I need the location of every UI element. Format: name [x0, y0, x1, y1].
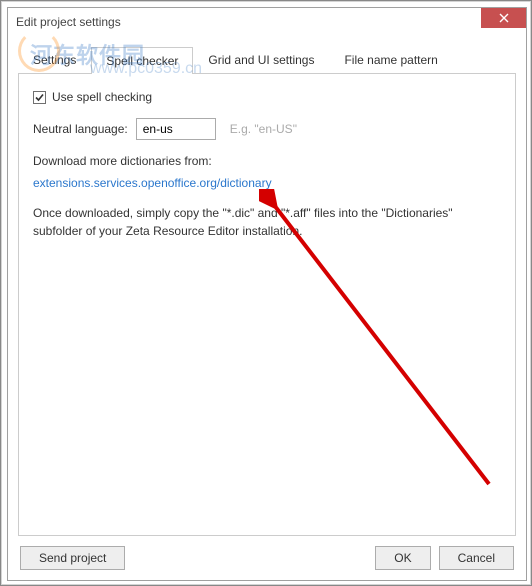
tab-spell-checker[interactable]: Spell checker [91, 47, 193, 74]
use-spell-checkbox[interactable] [33, 91, 46, 104]
cancel-button[interactable]: Cancel [439, 546, 514, 570]
close-button[interactable] [481, 8, 526, 28]
ok-button[interactable]: OK [375, 546, 430, 570]
use-spell-label: Use spell checking [52, 90, 152, 104]
tab-grid-ui[interactable]: Grid and UI settings [193, 46, 329, 73]
titlebar: Edit project settings [8, 8, 526, 36]
tab-content: Use spell checking Neutral language: E.g… [18, 74, 516, 536]
tab-file-name-pattern[interactable]: File name pattern [329, 46, 452, 73]
check-icon [34, 92, 45, 103]
tab-settings[interactable]: Settings [18, 46, 91, 73]
window-title: Edit project settings [16, 15, 121, 29]
neutral-language-hint: E.g. "en-US" [230, 122, 297, 136]
footer: Send project OK Cancel [8, 536, 526, 580]
close-icon [499, 13, 509, 23]
tabs: Settings Spell checker Grid and UI setti… [18, 46, 516, 74]
neutral-language-input[interactable] [136, 118, 216, 140]
neutral-language-label: Neutral language: [33, 122, 128, 136]
download-link[interactable]: extensions.services.openoffice.org/dicti… [33, 176, 501, 190]
dialog: Edit project settings 河东软件园 www.pc0359.c… [7, 7, 527, 581]
download-label: Download more dictionaries from: [33, 154, 501, 168]
send-project-button[interactable]: Send project [20, 546, 125, 570]
instructions-text: Once downloaded, simply copy the "*.dic"… [33, 204, 501, 240]
annotation-arrow [259, 189, 519, 529]
